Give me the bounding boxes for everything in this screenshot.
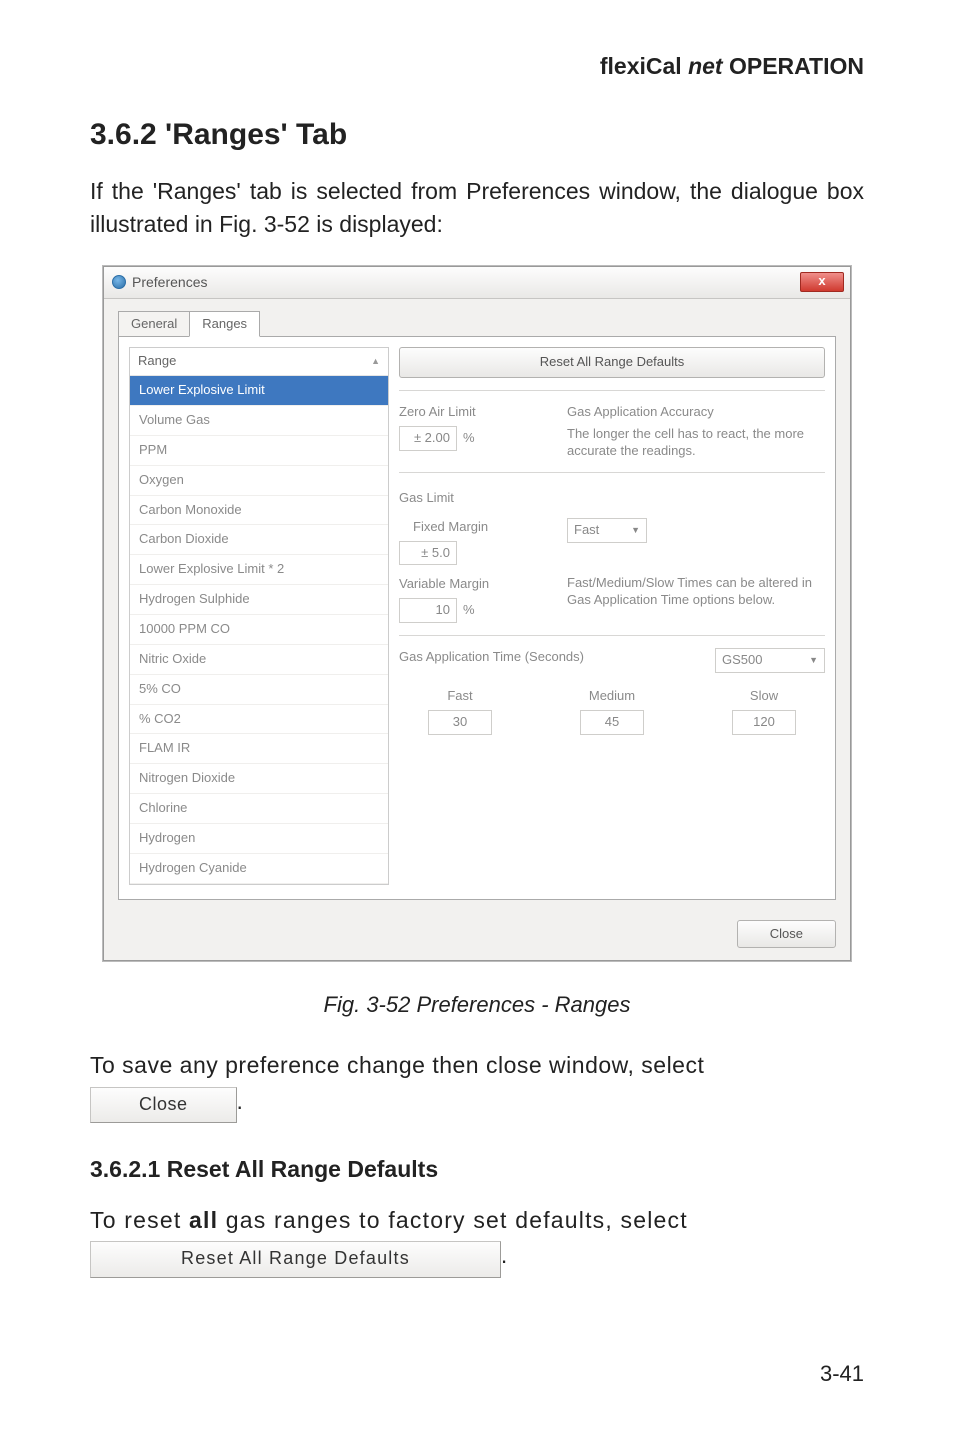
- reset-all-range-defaults-button-inline[interactable]: Reset All Range Defaults: [90, 1241, 501, 1277]
- list-item[interactable]: Carbon Monoxide: [130, 496, 388, 526]
- list-item[interactable]: Lower Explosive Limit: [130, 376, 388, 406]
- list-item[interactable]: Nitric Oxide: [130, 645, 388, 675]
- subsection-title: 3.6.2.1 Reset All Range Defaults: [90, 1153, 864, 1186]
- range-list[interactable]: Range ▲ Lower Explosive Limit Volume Gas…: [129, 347, 389, 884]
- header-brand: flexiCal: [600, 53, 688, 79]
- zero-air-limit-input[interactable]: ± 2.00: [399, 426, 457, 451]
- titlebar: Preferences x: [104, 267, 850, 299]
- range-list-header[interactable]: Range ▲: [130, 348, 388, 376]
- variable-margin-label: Variable Margin: [399, 575, 549, 594]
- reset-line-2: gas ranges to factory set defaults, sele…: [218, 1207, 688, 1233]
- list-item[interactable]: FLAM IR: [130, 734, 388, 764]
- speed-dropdown[interactable]: Fast ▼: [567, 518, 647, 543]
- list-item[interactable]: PPM: [130, 436, 388, 466]
- fixed-margin-label: Fixed Margin: [399, 518, 549, 537]
- slow-time-input[interactable]: 120: [732, 710, 796, 735]
- gs-value: GS500: [722, 651, 762, 670]
- reset-bold: all: [189, 1207, 218, 1233]
- list-item[interactable]: Oxygen: [130, 466, 388, 496]
- chevron-down-icon: ▼: [631, 524, 640, 537]
- medium-time-input[interactable]: 45: [580, 710, 644, 735]
- list-item[interactable]: % CO2: [130, 705, 388, 735]
- list-item[interactable]: Nitrogen Dioxide: [130, 764, 388, 794]
- header-rest: OPERATION: [723, 53, 864, 79]
- intro-paragraph: If the 'Ranges' tab is selected from Pre…: [90, 175, 864, 242]
- col-slow-label: Slow: [750, 688, 778, 703]
- speed-value: Fast: [574, 521, 599, 540]
- gas-application-time-label: Gas Application Time (Seconds): [399, 649, 584, 664]
- speed-desc: Fast/Medium/Slow Times can be altered in…: [567, 575, 825, 609]
- variable-margin-input[interactable]: 10: [399, 598, 457, 623]
- close-button[interactable]: Close: [737, 920, 836, 949]
- close-icon[interactable]: x: [800, 272, 844, 292]
- col-fast-label: Fast: [447, 688, 472, 703]
- range-header-label: Range: [138, 352, 176, 371]
- unit-percent: %: [463, 430, 475, 445]
- save-line: To save any preference change then close…: [90, 1049, 864, 1122]
- tab-general[interactable]: General: [118, 311, 190, 338]
- close-button-inline[interactable]: Close: [90, 1087, 237, 1123]
- list-item[interactable]: Carbon Dioxide: [130, 525, 388, 555]
- page-header: flexiCal net OPERATION: [90, 50, 864, 83]
- header-ital: net: [688, 53, 723, 79]
- fixed-margin-input[interactable]: ± 5.0: [399, 541, 457, 566]
- gas-application-accuracy-label: Gas Application Accuracy: [567, 403, 825, 422]
- preferences-window: Preferences x General Ranges Range ▲ Low…: [103, 266, 851, 962]
- list-item[interactable]: Lower Explosive Limit * 2: [130, 555, 388, 585]
- reset-line: To reset all gas ranges to factory set d…: [90, 1204, 864, 1277]
- gas-limit-label: Gas Limit: [399, 489, 825, 508]
- window-title: Preferences: [132, 272, 207, 292]
- accuracy-desc: The longer the cell has to react, the mo…: [567, 426, 825, 460]
- zero-air-limit-label: Zero Air Limit: [399, 403, 549, 422]
- list-item[interactable]: Volume Gas: [130, 406, 388, 436]
- app-icon: [112, 275, 126, 289]
- page-number: 3-41: [90, 1358, 864, 1390]
- figure-caption: Fig. 3-52 Preferences - Ranges: [90, 989, 864, 1021]
- list-item[interactable]: Hydrogen: [130, 824, 388, 854]
- list-item[interactable]: Hydrogen Sulphide: [130, 585, 388, 615]
- list-item[interactable]: 10000 PPM CO: [130, 615, 388, 645]
- fast-time-input[interactable]: 30: [428, 710, 492, 735]
- tab-bar: General Ranges: [118, 311, 836, 338]
- section-title: 3.6.2 'Ranges' Tab: [90, 113, 864, 157]
- chevron-down-icon: ▼: [809, 654, 818, 667]
- list-item[interactable]: Hydrogen Cyanide: [130, 854, 388, 884]
- reset-line-1: To reset: [90, 1207, 189, 1233]
- save-line-text: To save any preference change then close…: [90, 1052, 704, 1078]
- list-item[interactable]: Chlorine: [130, 794, 388, 824]
- gs-model-dropdown[interactable]: GS500 ▼: [715, 648, 825, 673]
- tab-ranges[interactable]: Ranges: [189, 311, 260, 338]
- sort-caret-icon: ▲: [371, 355, 380, 368]
- list-item[interactable]: 5% CO: [130, 675, 388, 705]
- col-medium-label: Medium: [589, 688, 635, 703]
- reset-all-range-defaults-button[interactable]: Reset All Range Defaults: [399, 347, 825, 378]
- unit-percent: %: [463, 602, 475, 617]
